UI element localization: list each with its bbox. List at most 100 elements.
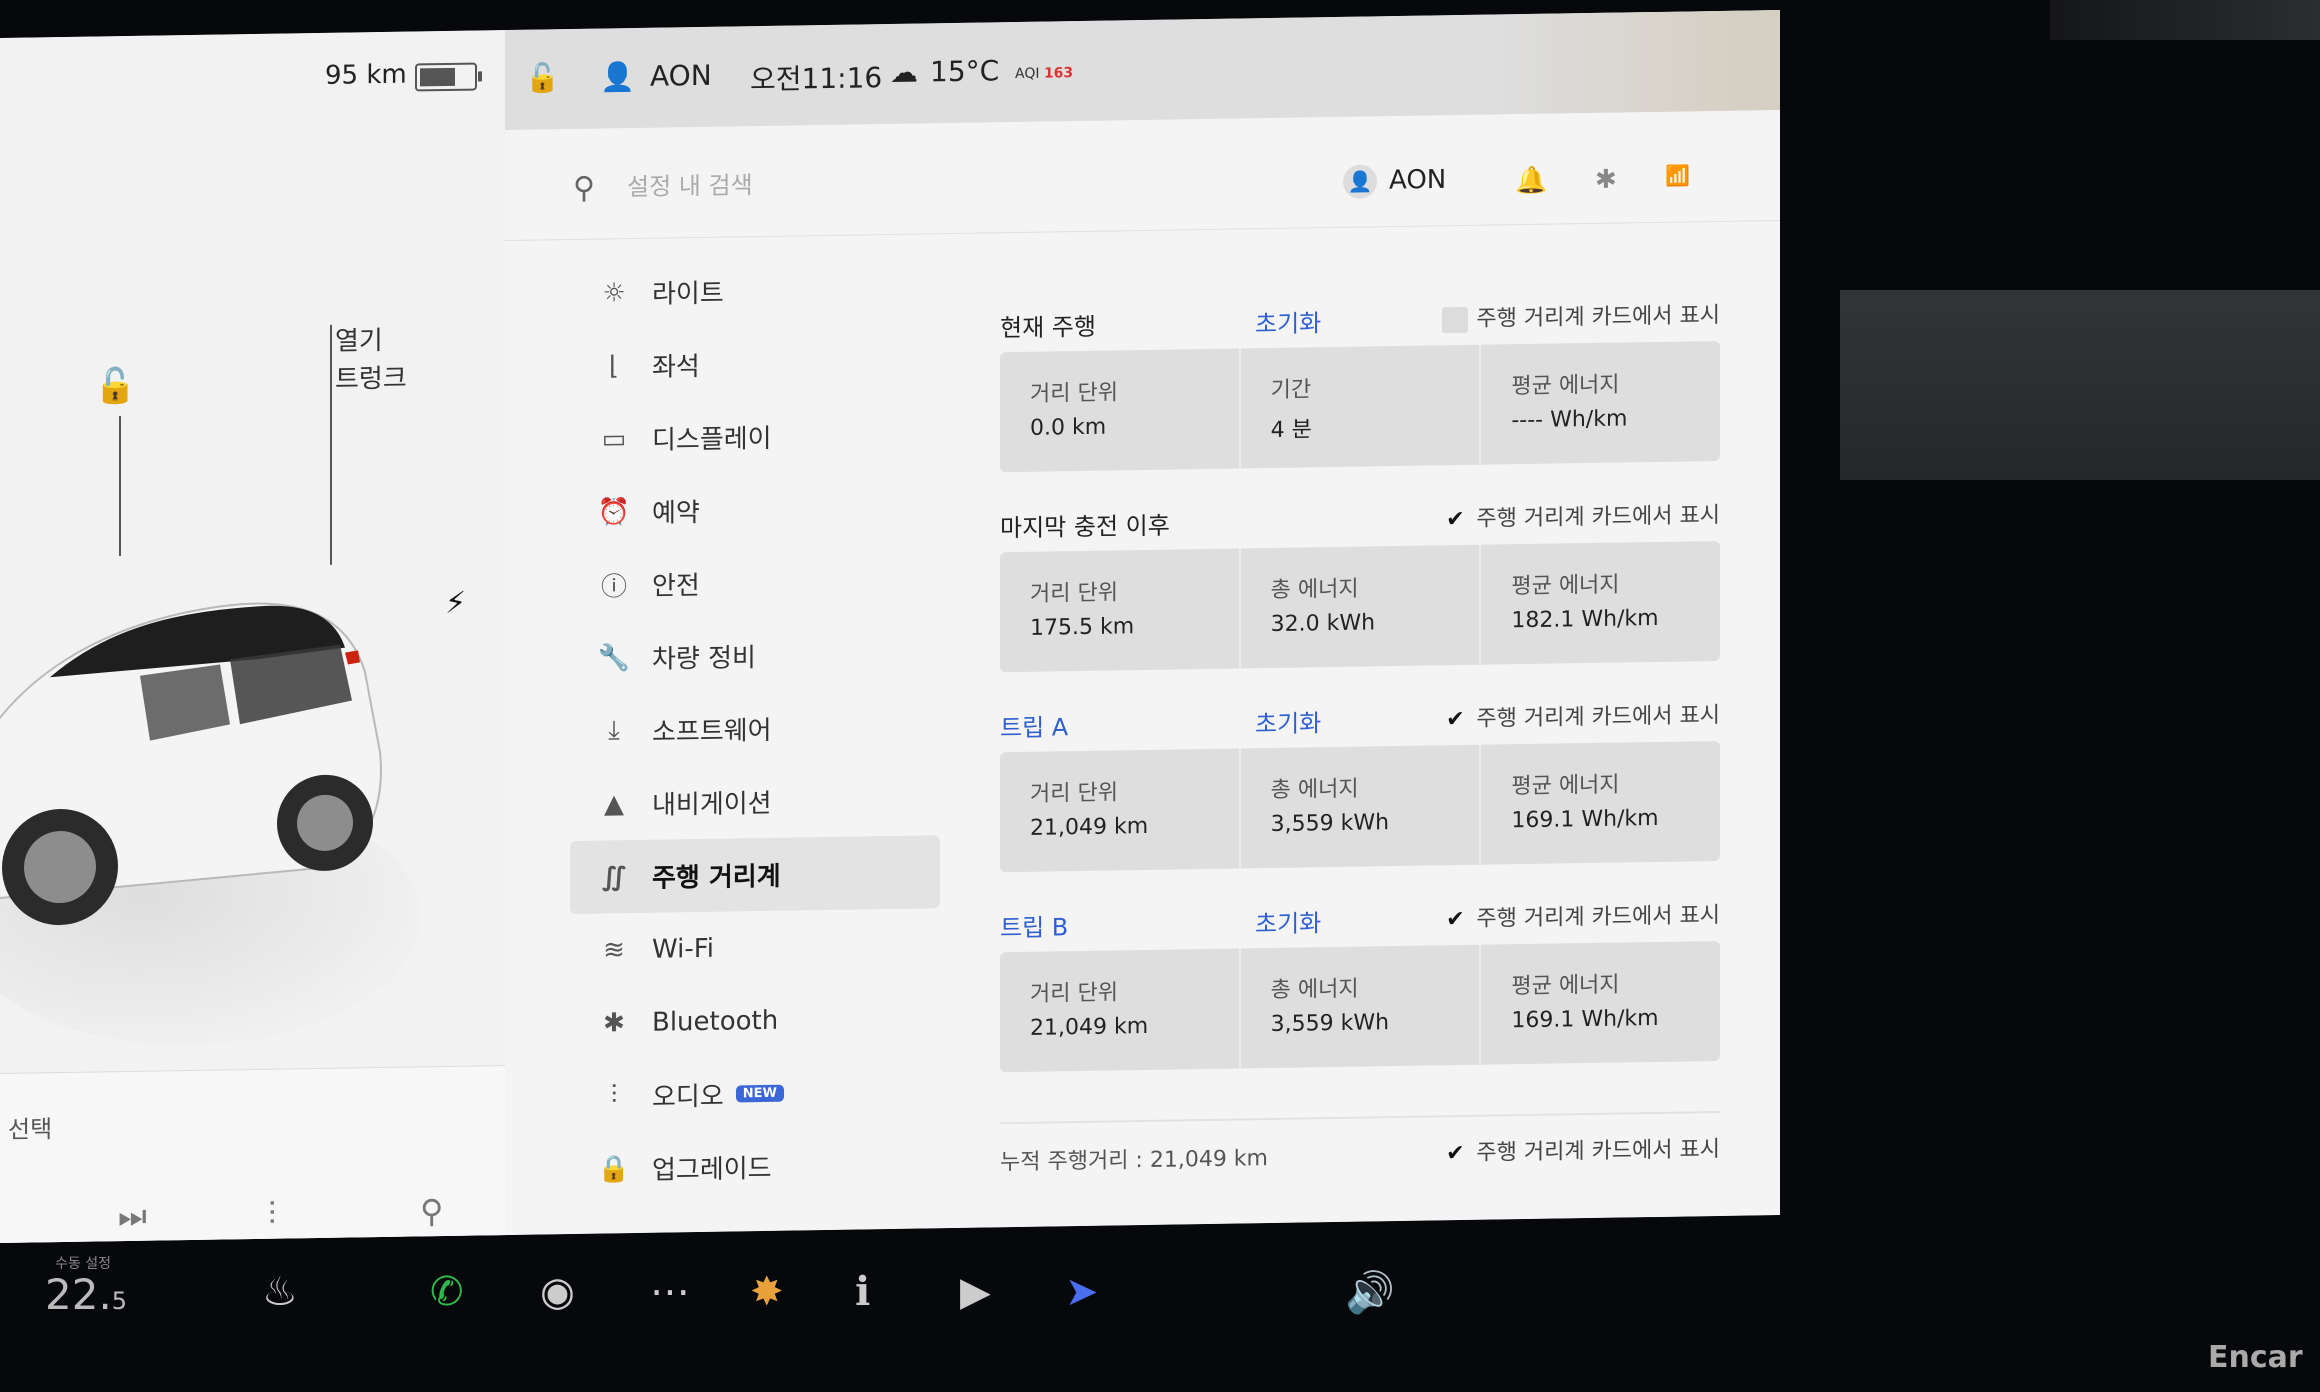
menu-item-label: Bluetooth [652, 1005, 779, 1038]
background-glare [1840, 290, 2320, 480]
trip-a-section: 트립 A 초기화 ✔ 주행 거리계 카드에서 표시 거리 단위 21,049 km … [1000, 691, 1720, 902]
stat-value: 3,559 kWh [1270, 1010, 1390, 1038]
menu-item-service[interactable]: 🔧 차량 정비 [570, 616, 940, 695]
status-user-name[interactable]: AON [650, 59, 712, 93]
touchscreen: 95 km 열기 트렁크 🔓 ⚡ 선택 ⏭ ⫶ ⚲ 🔓 � [0, 10, 1780, 1244]
checkbox-unchecked-icon[interactable] [1442, 306, 1469, 334]
charge-port-icon[interactable]: ⚡ [445, 586, 466, 621]
current-trip-reset-button[interactable]: 초기화 [1255, 303, 1321, 339]
equalizer-icon[interactable]: ⫶ [268, 1195, 276, 1234]
unlock-icon[interactable]: 🔓 [94, 366, 136, 407]
seat-heater-icon[interactable]: ♨ [262, 1269, 298, 1315]
menu-item-display[interactable]: ▭ 디스플레이 [570, 397, 940, 476]
trip-b-show-card-toggle[interactable]: ✔ 주행 거리계 카드에서 표시 [1442, 897, 1720, 933]
menu-item-label: 차량 정비 [652, 643, 756, 675]
stat-box: 거리 단위 175.5 km 총 에너지 32.0 kWh 평균 에너지 182.1 … [1000, 540, 1720, 673]
bluetooth-status-icon[interactable]: ✱ [1595, 165, 1617, 195]
volume-icon[interactable]: 🔊 [1345, 1269, 1395, 1316]
next-track-icon[interactable]: ⏭ [118, 1197, 147, 1236]
menu-item-bluetooth[interactable]: ✱ Bluetooth [570, 981, 940, 1060]
stat-label: 평균 에너지 [1511, 372, 1620, 400]
checkmark-icon[interactable]: ✔ [1442, 507, 1468, 533]
odometer-show-card-toggle[interactable]: ✔ 주행 거리계 카드에서 표시 [1442, 1131, 1720, 1167]
media-search-icon[interactable]: ⚲ [420, 1192, 443, 1230]
seat-icon: ⌊ [608, 350, 620, 381]
section-title: 트립 B [1000, 913, 1069, 943]
stat-value: 3,559 kWh [1270, 810, 1390, 838]
trunk-open-button[interactable]: 열기 트렁크 [335, 322, 407, 399]
checkmark-icon[interactable]: ✔ [1442, 1141, 1468, 1167]
section-title: 현재 주행 [1000, 312, 1096, 343]
lock-status-icon[interactable]: 🔓 [525, 61, 560, 95]
download-icon: ⤓ [608, 715, 620, 746]
bluetooth-icon: ✱ [603, 1007, 625, 1039]
temp-whole: 22. [45, 1270, 112, 1319]
bottom-dock: 수동 설정 22.5 ♨ ✆ ◉ ⋯ ✸ ℹ ▶ ➤ 🔊 [0, 1245, 2320, 1392]
menu-item-lights[interactable]: ☼ 라이트 [570, 251, 940, 330]
menu-item-label: 업그레이드 [652, 1153, 772, 1186]
since-last-charge-section: 마지막 충전 이후 ✔ 주행 거리계 카드에서 표시 거리 단위 175.5 km … [1000, 491, 1720, 702]
media-player-card[interactable]: 선택 ⏭ ⫶ ⚲ [0, 1064, 515, 1244]
background-glare-top [2050, 0, 2320, 40]
driver-profile-icon[interactable]: 👤 [600, 60, 635, 94]
manual-icon[interactable]: ℹ [855, 1269, 870, 1315]
stat-value: 0.0 km [1030, 414, 1107, 441]
menu-item-label: 예약 [652, 498, 700, 529]
lte-signal-icon: 📶 [1665, 163, 1690, 188]
odometer-total: 누적 주행거리 : 21,049 km [1000, 1146, 1268, 1176]
menu-item-label: 소프트웨어 [652, 715, 772, 748]
trip-a-reset-button[interactable]: 초기화 [1255, 703, 1321, 739]
stat-value: ---- Wh/km [1511, 406, 1628, 434]
watermark: Encar [2208, 1340, 2303, 1375]
clock: 오전11:16 [750, 61, 883, 97]
menu-item-software[interactable]: ⤓ 소프트웨어 [570, 689, 940, 768]
stat-label: 평균 에너지 [1511, 772, 1620, 800]
menu-item-schedule[interactable]: ⏰ 예약 [570, 470, 940, 549]
settings-search-input[interactable] [625, 162, 989, 207]
menu-item-audio[interactable]: ⫶ 오디오 NEW [570, 1054, 940, 1133]
notification-bell-icon[interactable]: 🔔 [1515, 166, 1547, 197]
cabin-temperature[interactable]: 22.5 [45, 1270, 127, 1319]
toybox-icon[interactable]: ✸ [750, 1269, 784, 1315]
menu-item-upgrades[interactable]: 🔒 업그레이드 [570, 1127, 940, 1206]
alarm-icon: ⏰ [597, 496, 631, 528]
aqi-value: 163 [1043, 65, 1074, 82]
section-title: 마지막 충전 이후 [1000, 511, 1170, 543]
menu-item-navigation[interactable]: ▲ 내비게이션 [570, 762, 940, 841]
odometer-row: 누적 주행거리 : 21,049 km ✔ 주행 거리계 카드에서 표시 [1000, 1110, 1720, 1185]
menu-item-safety[interactable]: ⓘ 안전 [570, 543, 940, 622]
stat-label: 평균 에너지 [1511, 572, 1620, 600]
show-card-label: 주행 거리계 카드에서 표시 [1476, 302, 1720, 332]
since-charge-show-card-toggle[interactable]: ✔ 주행 거리계 카드에서 표시 [1442, 497, 1720, 533]
checkmark-icon[interactable]: ✔ [1442, 907, 1468, 933]
new-badge: NEW [735, 1084, 784, 1103]
profile-icon: 👤 [1343, 164, 1377, 199]
current-trip-show-card-toggle[interactable]: 주행 거리계 카드에서 표시 [1442, 297, 1720, 334]
menu-item-seats[interactable]: ⌊ 좌석 [570, 324, 940, 403]
stat-value: 182.1 Wh/km [1511, 605, 1659, 634]
checkmark-icon[interactable]: ✔ [1442, 707, 1468, 733]
wifi-icon: ≋ [603, 934, 625, 966]
theater-icon[interactable]: ▶ [960, 1269, 991, 1315]
menu-item-trips[interactable]: ∬ 주행 거리계 [570, 835, 940, 915]
stat-value: 21,049 km [1030, 813, 1149, 841]
more-apps-icon[interactable]: ⋯ [650, 1269, 690, 1315]
stat-label: 총 에너지 [1270, 776, 1359, 804]
media-source-select[interactable]: 선택 [8, 1109, 52, 1145]
search-icon[interactable]: ⚲ [573, 171, 595, 206]
menu-item-label: 좌석 [652, 352, 700, 383]
settings-panel: ⚲ 👤 AON 🔔 ✱ 📶 ☼ 라이트 ⌊ 좌석 ▭ 디스플레이 ⏰ 예약 ⓘ 안전 🔧 차량… [505, 110, 1780, 1236]
menu-item-label: 디스플레이 [652, 423, 772, 456]
stat-label: 기간 [1270, 377, 1312, 404]
trip-b-reset-button[interactable]: 초기화 [1255, 903, 1321, 939]
menu-item-wifi[interactable]: ≋ Wi-Fi [570, 908, 940, 987]
navigation-app-icon[interactable]: ➤ [1065, 1269, 1099, 1315]
camera-icon[interactable]: ◉ [540, 1269, 575, 1315]
lock-icon: 🔒 [597, 1153, 631, 1185]
phone-icon[interactable]: ✆ [430, 1269, 464, 1315]
trunk-label: 트렁크 [335, 363, 407, 395]
stat-value: 175.5 km [1030, 614, 1135, 641]
profile-button[interactable]: 👤 AON [1343, 163, 1446, 199]
trip-a-show-card-toggle[interactable]: ✔ 주행 거리계 카드에서 표시 [1442, 697, 1720, 733]
aqi-indicator: AQI 163 [1015, 65, 1073, 82]
